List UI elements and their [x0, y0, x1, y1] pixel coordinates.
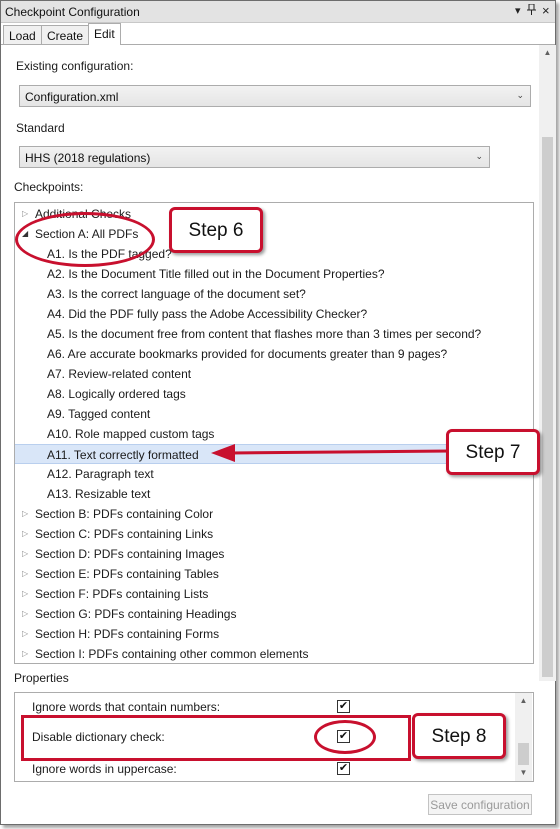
- tree-item-label: A2. Is the Document Title filled out in …: [47, 267, 385, 281]
- collapsed-arrow-icon[interactable]: ▷: [22, 509, 28, 518]
- scroll-thumb[interactable]: [518, 743, 529, 765]
- window-title: Checkpoint Configuration: [5, 5, 140, 19]
- tree-item-label: A7. Review-related content: [47, 367, 192, 381]
- properties-scrollbar[interactable]: ▲ ▼: [515, 693, 532, 781]
- tree-item[interactable]: ▷ Section D: PDFs containing Images: [15, 544, 533, 564]
- chevron-down-icon: ⌄: [475, 151, 483, 161]
- tree-item[interactable]: ▷ Section H: PDFs containing Forms: [15, 624, 533, 644]
- tree-item-label: Section G: PDFs containing Headings: [35, 607, 237, 621]
- step7-arrow: [211, 444, 452, 462]
- tree-item-label: A3. Is the correct language of the docum…: [47, 287, 306, 301]
- tree-item-label: A12. Paragraph text: [47, 467, 154, 481]
- tab-create[interactable]: Create: [41, 25, 90, 45]
- tree-item[interactable]: A9. Tagged content: [15, 404, 533, 424]
- tree-item-label: A10. Role mapped custom tags: [47, 427, 215, 441]
- tree-item[interactable]: ▷ Section B: PDFs containing Color: [15, 504, 533, 524]
- properties-label: Properties: [14, 671, 69, 685]
- tree-item-label: A9. Tagged content: [47, 407, 151, 421]
- existing-configuration-label: Existing configuration:: [16, 59, 134, 73]
- tree-item[interactable]: A2. Is the Document Title filled out in …: [15, 264, 533, 284]
- tree-item-label: Section I: PDFs containing other common …: [35, 647, 309, 661]
- step6-highlight-ellipse: [15, 212, 155, 267]
- tree-item[interactable]: A13. Resizable text: [15, 484, 533, 504]
- tree-item-label: A4. Did the PDF fully pass the Adobe Acc…: [47, 307, 368, 321]
- checkpoint-configuration-panel: Checkpoint Configuration ▾ × Load Create…: [0, 0, 556, 825]
- tree-item[interactable]: A5. Is the document free from content th…: [15, 324, 533, 344]
- collapsed-arrow-icon[interactable]: ▷: [22, 549, 28, 558]
- checkpoints-label: Checkpoints:: [14, 180, 84, 194]
- tree-item-label: Section E: PDFs containing Tables: [35, 567, 219, 581]
- tree-item[interactable]: ▷ Section G: PDFs containing Headings: [15, 604, 533, 624]
- collapsed-arrow-icon[interactable]: ▷: [22, 589, 28, 598]
- ignore-numbers-checkbox[interactable]: ✔: [337, 700, 350, 713]
- standard-dropdown[interactable]: HHS (2018 regulations) ⌄: [19, 146, 490, 168]
- step8-callout: Step 8: [412, 713, 506, 759]
- standard-label: Standard: [16, 121, 65, 135]
- tree-item[interactable]: ▷ Section I: PDFs containing other common…: [15, 644, 533, 663]
- tree-item-label: A8. Logically ordered tags: [47, 387, 186, 401]
- tree-item[interactable]: ▷ Section C: PDFs containing Links: [15, 524, 533, 544]
- scroll-thumb[interactable]: [542, 137, 553, 677]
- close-icon[interactable]: ×: [542, 3, 550, 18]
- tree-item-label: A6. Are accurate bookmarks provided for …: [47, 347, 448, 361]
- scroll-up-icon[interactable]: ▲: [515, 696, 532, 705]
- tree-item-label: Section F: PDFs containing Lists: [35, 587, 209, 601]
- dropdown-icon[interactable]: ▾: [515, 4, 521, 17]
- tree-item[interactable]: ▷ Section F: PDFs containing Lists: [15, 584, 533, 604]
- step8-highlight-ellipse: [314, 720, 376, 754]
- scroll-down-icon[interactable]: ▼: [515, 768, 532, 777]
- tree-item[interactable]: A4. Did the PDF fully pass the Adobe Acc…: [15, 304, 533, 324]
- tab-divider: [1, 44, 555, 45]
- main-scrollbar[interactable]: ▲: [539, 45, 556, 681]
- tree-item-label: A5. Is the document free from content th…: [47, 327, 482, 341]
- standard-value: HHS (2018 regulations): [25, 151, 151, 165]
- existing-configuration-value: Configuration.xml: [25, 90, 119, 104]
- title-bar: Checkpoint Configuration ▾ ×: [1, 1, 555, 23]
- step7-callout: Step 7: [446, 429, 540, 475]
- property-label: Ignore words that contain numbers:: [32, 700, 221, 714]
- collapsed-arrow-icon[interactable]: ▷: [22, 609, 28, 618]
- tree-item-label: Section H: PDFs containing Forms: [35, 627, 220, 641]
- property-label: Ignore words in uppercase:: [32, 762, 177, 776]
- existing-configuration-dropdown[interactable]: Configuration.xml ⌄: [19, 85, 531, 107]
- tree-item-label: Section D: PDFs containing Images: [35, 547, 225, 561]
- tree-item[interactable]: A6. Are accurate bookmarks provided for …: [15, 344, 533, 364]
- tab-edit[interactable]: Edit: [88, 23, 121, 45]
- tree-item-label: Section C: PDFs containing Links: [35, 527, 214, 541]
- collapsed-arrow-icon[interactable]: ▷: [22, 569, 28, 578]
- collapsed-arrow-icon[interactable]: ▷: [22, 629, 28, 638]
- step6-callout: Step 6: [169, 207, 263, 253]
- tree-item-label: A13. Resizable text: [47, 487, 151, 501]
- ignore-uppercase-checkbox[interactable]: ✔: [337, 762, 350, 775]
- pin-icon[interactable]: [527, 3, 536, 18]
- tree-item-label: Section B: PDFs containing Color: [35, 507, 214, 521]
- scroll-up-icon[interactable]: ▲: [539, 48, 556, 57]
- save-configuration-button[interactable]: Save configuration: [428, 794, 532, 815]
- tree-item[interactable]: A8. Logically ordered tags: [15, 384, 533, 404]
- collapsed-arrow-icon[interactable]: ▷: [22, 209, 28, 218]
- tree-item[interactable]: ▷ Section E: PDFs containing Tables: [15, 564, 533, 584]
- tree-item[interactable]: A7. Review-related content: [15, 364, 533, 384]
- tree-item[interactable]: A3. Is the correct language of the docum…: [15, 284, 533, 304]
- chevron-down-icon: ⌄: [516, 90, 524, 100]
- tab-load[interactable]: Load: [3, 25, 42, 45]
- collapsed-arrow-icon[interactable]: ▷: [22, 529, 28, 538]
- tree-item-label: A11. Text correctly formatted: [47, 448, 199, 462]
- collapsed-arrow-icon[interactable]: ▷: [22, 649, 28, 658]
- property-ignore-uppercase: Ignore words in uppercase: ✔: [15, 759, 515, 779]
